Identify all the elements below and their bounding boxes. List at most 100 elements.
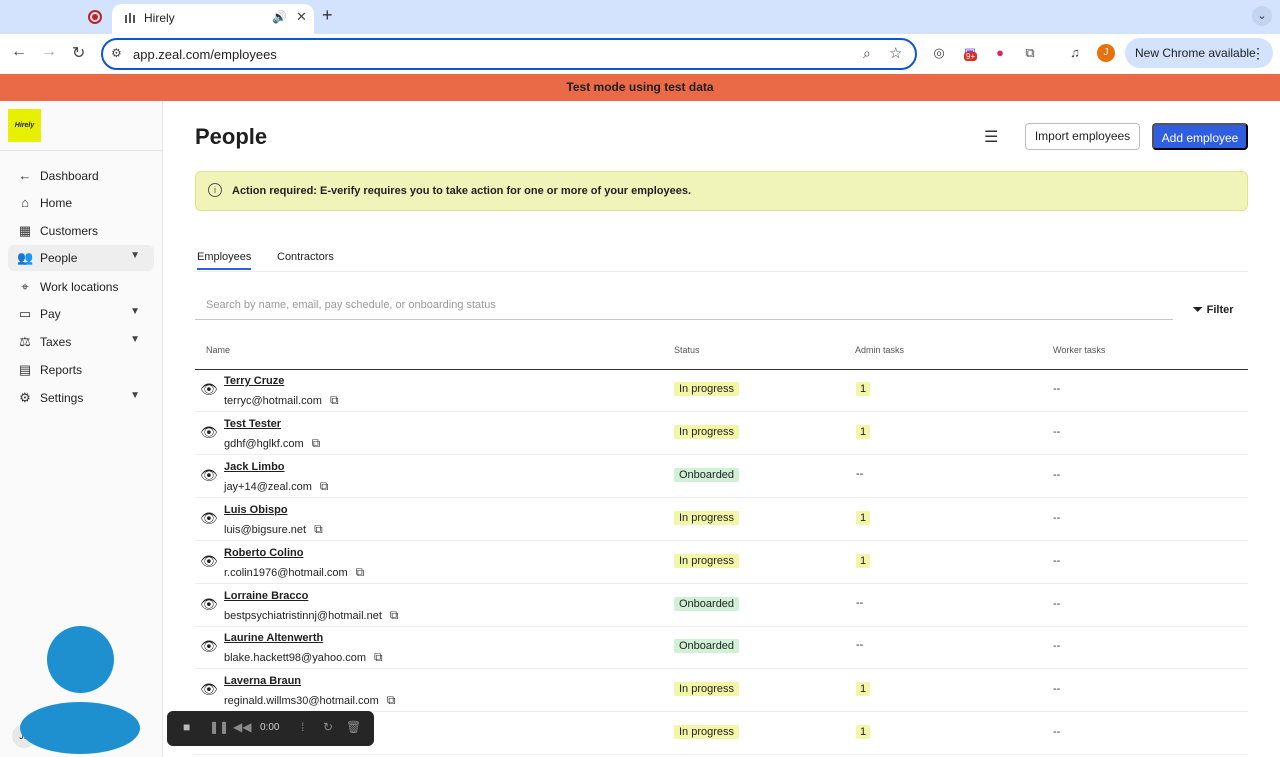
recording-time: 0:00 bbox=[260, 722, 280, 733]
extension-badge: 9+ bbox=[964, 52, 978, 61]
tab-employees[interactable]: Employees bbox=[197, 251, 252, 270]
admin-tasks-count: 1 bbox=[856, 682, 871, 696]
eye-icon[interactable]: 👁 bbox=[200, 424, 218, 441]
puzzle-icon[interactable]: ⧉ bbox=[1021, 44, 1039, 62]
copy-icon[interactable]: ⧉ bbox=[312, 436, 321, 450]
chevron-down-icon: ▼ bbox=[130, 306, 140, 317]
worker-tasks-count: -- bbox=[1053, 640, 1061, 652]
profile-avatar[interactable]: J bbox=[1097, 44, 1115, 62]
import-employees-button[interactable]: Import employees bbox=[1025, 123, 1140, 150]
employee-email: luis@bigsure.net bbox=[224, 524, 307, 536]
search-input[interactable] bbox=[195, 292, 1173, 318]
url-text[interactable]: app.zeal.com/employees bbox=[133, 47, 277, 62]
eye-icon[interactable]: 👁 bbox=[200, 381, 218, 398]
employee-name[interactable]: Terry Cruze bbox=[224, 375, 284, 387]
sliders-icon[interactable]: ☰ bbox=[984, 127, 998, 147]
employee-name[interactable]: Luis Obispo bbox=[224, 504, 288, 516]
sidebar-item-pay[interactable]: ▭ Pay ▼ bbox=[8, 301, 154, 327]
back-icon[interactable]: ← bbox=[11, 43, 27, 61]
zoom-icon[interactable]: ⌕ bbox=[863, 45, 871, 62]
close-icon[interactable]: ✕ bbox=[296, 9, 307, 25]
chevron-down-icon[interactable]: ⌄ bbox=[1252, 6, 1272, 26]
copy-icon[interactable]: ⧉ bbox=[330, 393, 339, 407]
sidebar-item-settings[interactable]: ⚙ Settings ▼ bbox=[8, 385, 154, 411]
tab-contractors[interactable]: Contractors bbox=[277, 251, 334, 263]
table-row[interactable]: 👁 Test Tester gdhf@hglkf.com ⧉ In progres… bbox=[195, 412, 1248, 455]
worker-tasks-count: -- bbox=[1053, 555, 1061, 567]
alert-text: Action required: E-verify requires you t… bbox=[232, 185, 692, 197]
sidebar-item-dashboard[interactable]: ← Dashboard bbox=[8, 163, 154, 189]
column-header-admin-tasks[interactable]: Admin tasks bbox=[855, 345, 904, 355]
table-row[interactable]: 👁 Laverna Braun reginald.willms30@hotmai… bbox=[195, 669, 1248, 712]
copy-icon[interactable]: ⧉ bbox=[390, 608, 399, 622]
table-row[interactable]: 👁 Lorraine Bracco bestpsychiatristinnj@h… bbox=[195, 584, 1248, 627]
forward-icon[interactable]: → bbox=[41, 43, 57, 61]
reload-icon[interactable]: ↻ bbox=[72, 43, 85, 63]
media-icon[interactable]: ♫ bbox=[1066, 44, 1084, 62]
table-row[interactable]: 👁 Laurine Altenwerth blake.hackett98@yah… bbox=[195, 626, 1248, 669]
new-chrome-button[interactable]: New Chrome available ⋮ bbox=[1125, 38, 1273, 68]
employee-name[interactable]: Laverna Braun bbox=[224, 675, 301, 687]
status-badge: Onboarded bbox=[674, 468, 740, 482]
copy-icon[interactable]: ⧉ bbox=[374, 650, 383, 664]
table-row[interactable]: 👁 Jack Limbo jay+14@zeal.com ⧉ Onboarded … bbox=[195, 455, 1248, 498]
status-badge: Onboarded bbox=[674, 639, 740, 653]
copy-icon[interactable]: ⧉ bbox=[356, 565, 365, 579]
pause-icon[interactable]: ❚❚ bbox=[209, 720, 229, 734]
employee-name[interactable]: Laurine Altenwerth bbox=[224, 632, 323, 644]
copy-icon[interactable]: ⧉ bbox=[314, 522, 323, 536]
eye-icon[interactable]: 👁 bbox=[200, 510, 218, 527]
trash-icon[interactable]: 🗑 bbox=[346, 720, 361, 734]
recording-icon[interactable] bbox=[88, 10, 102, 24]
person-avatar-icon bbox=[47, 626, 114, 693]
employee-name[interactable]: Test Tester bbox=[224, 418, 281, 430]
status-badge: In progress bbox=[674, 725, 740, 739]
screen-recorder-bar: ■ ❚❚ ◀◀ 0:00 ⁞ ↻ 🗑 bbox=[167, 711, 374, 746]
extension-icon[interactable]: ● bbox=[991, 44, 1009, 62]
employee-email: terryc@hotmail.com bbox=[224, 395, 322, 407]
worker-tasks-count: -- bbox=[1053, 469, 1061, 481]
column-header-status[interactable]: Status bbox=[674, 345, 700, 355]
copy-icon[interactable]: ⧉ bbox=[387, 693, 396, 707]
add-employee-button[interactable]: Add employee bbox=[1152, 123, 1248, 150]
stop-icon[interactable]: ■ bbox=[183, 720, 190, 734]
sidebar-item-taxes[interactable]: ⚖ Taxes ▼ bbox=[8, 329, 154, 355]
sidebar-item-people[interactable]: 👥 People ▼ bbox=[8, 245, 154, 271]
admin-tasks-count: -- bbox=[856, 468, 864, 480]
eye-icon[interactable]: 👁 bbox=[200, 681, 218, 698]
eye-icon[interactable]: 👁 bbox=[200, 467, 218, 484]
eye-icon[interactable]: 👁 bbox=[200, 638, 218, 655]
table-row[interactable]: 👁 Roberto Colino r.colin1976@hotmail.com… bbox=[195, 541, 1248, 584]
money-icon: ▭ bbox=[18, 306, 32, 321]
address-bar[interactable]: ⚙ app.zeal.com/employees ⌕ ☆ bbox=[101, 38, 917, 70]
filter-button[interactable]: ⏷ Filter bbox=[1193, 302, 1234, 317]
employee-email: jay+14@zeal.com bbox=[224, 481, 312, 493]
speaker-icon[interactable]: 🔊 bbox=[272, 10, 287, 24]
eye-icon[interactable]: 👁 bbox=[200, 553, 218, 570]
eye-icon[interactable]: 👁 bbox=[200, 596, 218, 613]
sidebar-item-reports[interactable]: ▤ Reports bbox=[8, 357, 154, 383]
column-header-name[interactable]: Name bbox=[206, 345, 230, 355]
bookmark-star-icon[interactable]: ☆ bbox=[889, 44, 902, 62]
table-row[interactable]: 👁 Terry Cruze terryc@hotmail.com ⧉ In pro… bbox=[195, 369, 1248, 412]
sidebar-item-label: Reports bbox=[40, 363, 83, 377]
employee-name[interactable]: Lorraine Bracco bbox=[224, 590, 308, 602]
browser-tab[interactable]: Hirely 🔊 ✕ bbox=[112, 4, 314, 34]
menu-icon[interactable]: ⋮ bbox=[1251, 38, 1265, 68]
column-header-worker-tasks[interactable]: Worker tasks bbox=[1053, 345, 1105, 355]
employee-name[interactable]: Roberto Colino bbox=[224, 547, 303, 559]
extension-icon[interactable]: ◎ bbox=[930, 44, 948, 62]
sidebar-item-work-locations[interactable]: ⌖ Work locations bbox=[8, 274, 154, 300]
employee-name[interactable]: Jack Limbo bbox=[224, 461, 285, 473]
sidebar-item-label: Settings bbox=[40, 391, 84, 405]
copy-icon[interactable]: ⧉ bbox=[320, 479, 329, 493]
table-row[interactable]: 👁 Luis Obispo luis@bigsure.net ⧉ In progr… bbox=[195, 498, 1248, 541]
new-tab-icon[interactable]: + bbox=[322, 5, 333, 26]
restart-icon[interactable]: ↻ bbox=[323, 720, 333, 734]
site-info-icon[interactable]: ⚙ bbox=[111, 46, 122, 60]
hirely-logo[interactable]: Hirely bbox=[8, 109, 41, 142]
rewind-icon[interactable]: ◀◀ bbox=[233, 720, 251, 734]
sidebar-item-home[interactable]: ⌂ Home bbox=[8, 190, 154, 216]
drag-handle-icon[interactable]: ⁞ bbox=[301, 720, 304, 734]
sidebar-item-customers[interactable]: ▦ Customers bbox=[8, 218, 154, 244]
